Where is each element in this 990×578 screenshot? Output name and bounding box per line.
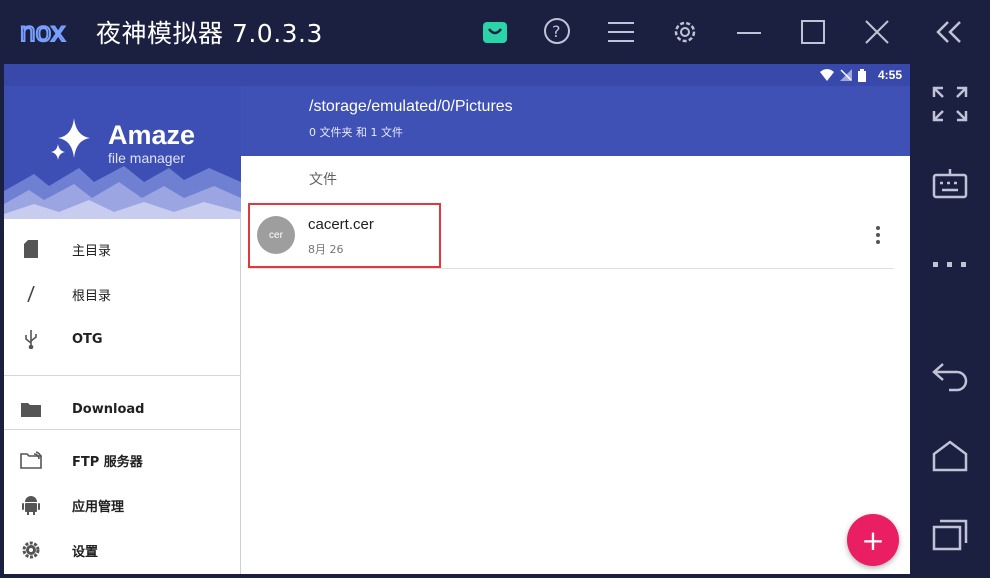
drawer-header: Amaze file manager [4, 86, 241, 219]
collapse-icon[interactable] [932, 14, 966, 50]
ftp-folder-icon [20, 449, 42, 471]
emulator-side-toolbar [910, 64, 990, 578]
sdcard-icon [20, 238, 42, 260]
amaze-logo-icon [51, 118, 90, 160]
navigation-drawer: Amaze file manager 主目录 根目录 OTG Download [4, 86, 241, 574]
drawer-item-label: FTP 服务器 [72, 454, 143, 470]
brand-name: Amaze [108, 120, 196, 150]
recent-apps-icon[interactable] [930, 514, 970, 554]
drawer-item-label: 应用管理 [72, 499, 125, 515]
status-bar: 4:55 [4, 64, 910, 86]
folder-icon [20, 398, 42, 420]
drawer-item-download[interactable]: Download [4, 387, 241, 431]
android-icon [20, 494, 42, 516]
drawer-item-app-manager[interactable]: 应用管理 [4, 483, 241, 527]
settings-icon[interactable] [668, 14, 702, 50]
close-icon[interactable] [860, 14, 894, 50]
more-icon[interactable] [930, 244, 970, 284]
minimize-icon[interactable] [732, 14, 766, 50]
battery-icon [858, 69, 866, 82]
android-screen: 4:55 Amaze file manager 主目录 根目录 OTG Down… [4, 64, 910, 574]
drawer-item-label: 设置 [72, 544, 99, 560]
maximize-icon[interactable] [796, 14, 830, 50]
drawer-item-label: OTG [72, 331, 103, 347]
add-fab-button[interactable]: + [847, 514, 899, 566]
current-path[interactable]: /storage/emulated/0/Pictures [309, 98, 513, 116]
svg-text:nox: nox [20, 18, 65, 47]
fullscreen-icon[interactable] [930, 84, 970, 124]
drawer-item-label: 根目录 [72, 288, 112, 304]
store-icon[interactable] [478, 14, 512, 50]
drawer-item-label: Download [72, 401, 145, 417]
brand-subtitle: file manager [108, 150, 186, 166]
help-icon[interactable]: ? [540, 14, 574, 50]
emulator-titlebar: nox 夜神模拟器 7.0.3.3 ? [0, 0, 990, 64]
keyboard-icon[interactable] [930, 164, 970, 204]
annotation-highlight-box [248, 203, 441, 268]
wifi-icon [820, 69, 834, 81]
emulator-window: nox 夜神模拟器 7.0.3.3 ? 4:55 Amaze file mana… [0, 0, 990, 578]
home-icon[interactable] [930, 436, 970, 476]
status-time: 4:55 [877, 68, 902, 82]
slash-icon [20, 283, 42, 305]
drawer-divider [4, 429, 241, 430]
drawer-item-settings[interactable]: 设置 [4, 528, 241, 572]
drawer-item-otg[interactable]: OTG [4, 317, 241, 361]
back-icon[interactable] [930, 356, 970, 396]
overflow-menu-icon[interactable] [868, 223, 888, 247]
drawer-item-ftp[interactable]: FTP 服务器 [4, 438, 241, 482]
status-icons [820, 69, 866, 82]
drawer-item-home[interactable]: 主目录 [4, 227, 241, 271]
folder-summary: 0 文件夹 和 1 文件 [309, 126, 403, 139]
files-section-header: 文件 [309, 172, 337, 188]
svg-text:?: ? [552, 22, 561, 41]
gear-icon [20, 539, 42, 561]
app-bar: /storage/emulated/0/Pictures 0 文件夹 和 1 文… [241, 86, 910, 156]
nox-logo: nox [20, 18, 66, 48]
drawer-divider [4, 375, 241, 376]
app-title: 夜神模拟器 7.0.3.3 [96, 19, 323, 48]
drawer-item-label: 主目录 [72, 243, 112, 259]
no-signal-icon [840, 69, 852, 81]
usb-icon [20, 328, 42, 350]
drawer-item-root[interactable]: 根目录 [4, 272, 241, 316]
menu-icon[interactable] [604, 14, 638, 50]
